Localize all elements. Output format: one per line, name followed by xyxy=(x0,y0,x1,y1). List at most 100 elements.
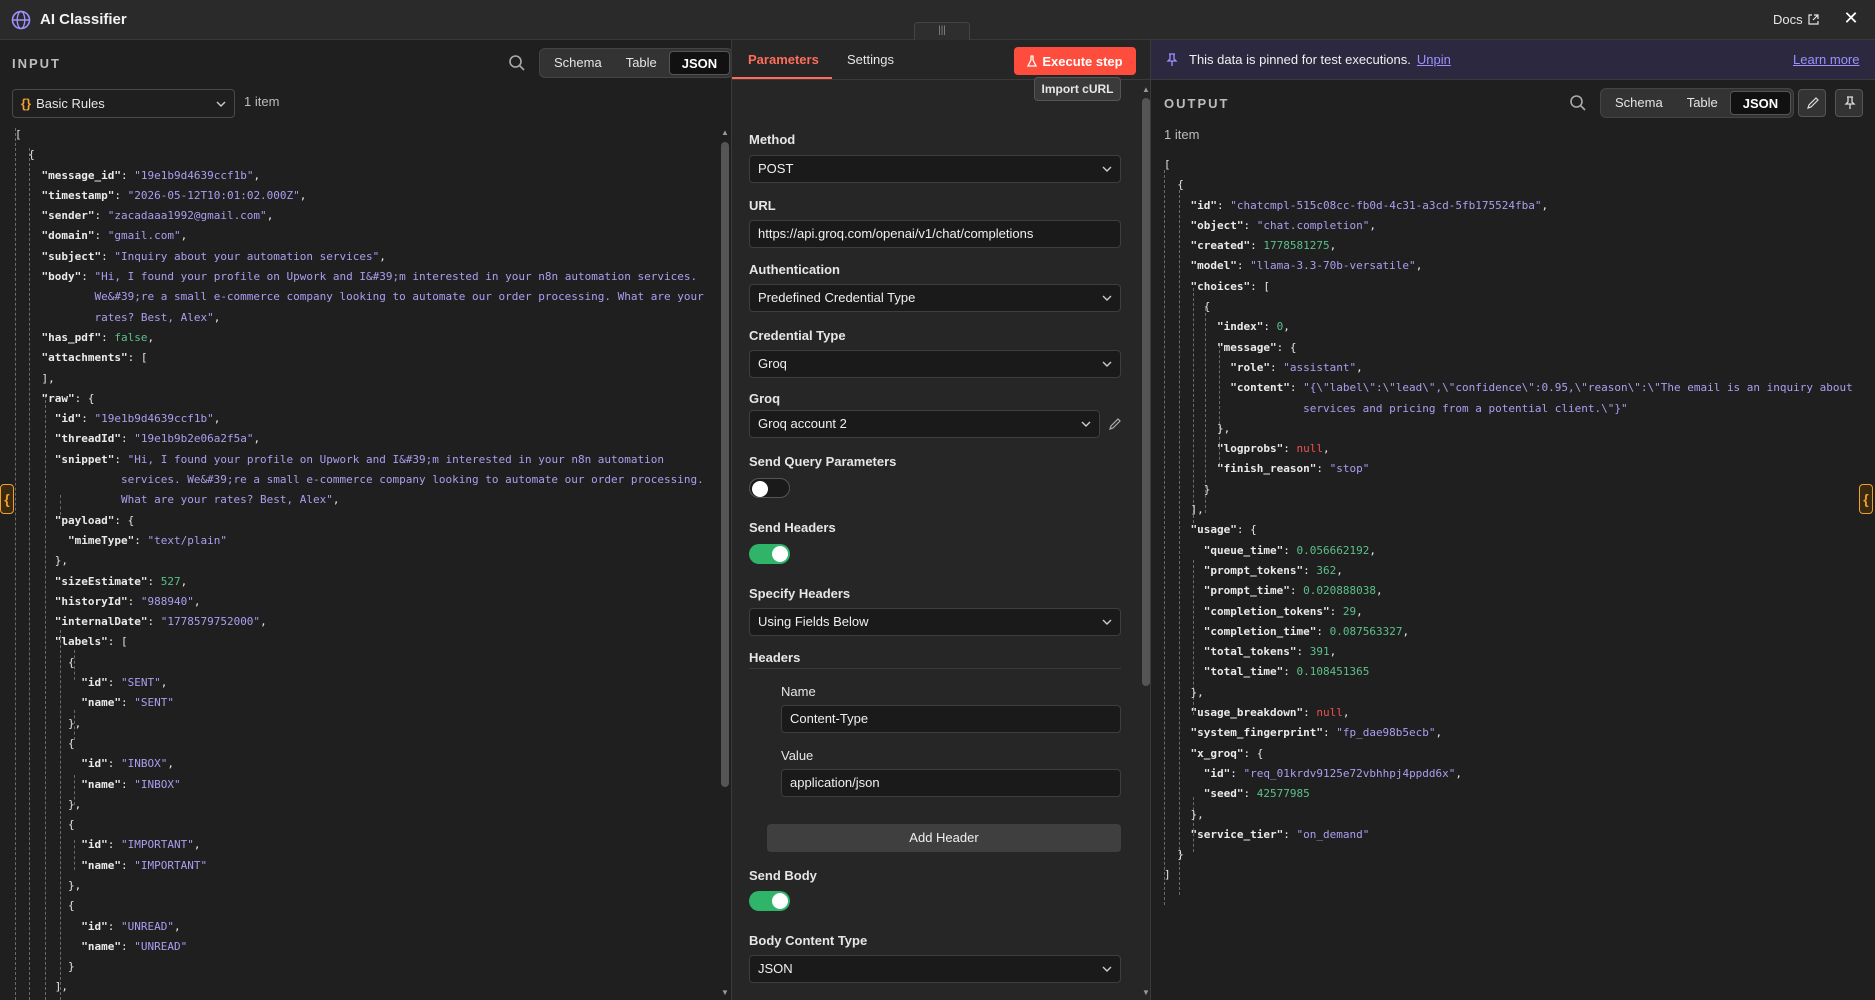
input-view-table[interactable]: Table xyxy=(614,51,669,75)
learn-more-link[interactable]: Learn more xyxy=(1793,52,1859,67)
pin-icon xyxy=(1166,53,1178,66)
json-value: 42577985 xyxy=(1256,787,1310,801)
json-line: }, xyxy=(15,716,82,730)
input-title: INPUT xyxy=(12,56,61,71)
input-item-count: 1 item xyxy=(244,94,280,109)
json-value: "on_demand" xyxy=(1296,827,1370,841)
params-scrollbar[interactable] xyxy=(1142,98,1150,686)
input-side-brace-icon[interactable]: { xyxy=(0,484,14,514)
method-value: POST xyxy=(758,161,794,176)
json-value: "chatcmpl-515c08cc-fb0d-4c31-a3cd-5fb175… xyxy=(1230,198,1542,212)
output-view-json[interactable]: JSON xyxy=(1729,91,1792,115)
method-label: Method xyxy=(749,132,796,147)
input-scrollbar[interactable] xyxy=(721,142,729,787)
json-value: 0.056662192 xyxy=(1296,543,1370,557)
send-query-toggle[interactable] xyxy=(749,478,790,498)
output-panel: This data is pinned for test executions.… xyxy=(1151,40,1875,1000)
pin-output-button[interactable] xyxy=(1835,89,1863,117)
json-line: }, xyxy=(15,797,82,811)
docs-link[interactable]: Docs xyxy=(1773,12,1819,27)
json-value: "chat.completion" xyxy=(1256,218,1370,232)
json-key: "id" xyxy=(81,676,108,690)
json-line: "completion_time": 0.087563327, xyxy=(1203,624,1410,638)
app-title: AI Classifier xyxy=(40,11,127,28)
header-value-input[interactable]: application/json xyxy=(781,769,1121,797)
json-line: ] xyxy=(1164,868,1171,882)
header-name-input[interactable]: Content-Type xyxy=(781,705,1121,733)
scroll-up-arrow[interactable]: ▲ xyxy=(1142,85,1150,94)
output-side-brace-icon[interactable]: { xyxy=(1859,484,1873,514)
json-line: "historyId": "988940", xyxy=(54,594,201,608)
authentication-label: Authentication xyxy=(749,262,840,277)
pinned-message: This data is pinned for test executions.… xyxy=(1189,52,1451,67)
send-body-toggle[interactable] xyxy=(749,891,790,911)
json-line: "message_id": "19e1b9d4639ccf1b", xyxy=(41,168,261,182)
output-view-switch: Schema Table JSON xyxy=(1600,88,1795,118)
groq-account-select[interactable]: Groq account 2 xyxy=(749,410,1100,438)
execute-step-label: Execute step xyxy=(1042,53,1123,69)
json-key: "threadId" xyxy=(54,432,121,446)
json-line: [ xyxy=(15,128,22,141)
output-view-schema[interactable]: Schema xyxy=(1603,91,1675,115)
scroll-down-arrow[interactable]: ▼ xyxy=(1142,988,1150,997)
tab-parameters[interactable]: Parameters xyxy=(748,52,819,67)
json-line: "content": "{\"label\":\"lead\",\"confid… xyxy=(1230,381,1853,395)
json-key: "system_fingerprint" xyxy=(1190,726,1323,740)
output-view-table[interactable]: Table xyxy=(1675,91,1730,115)
body-content-type-select[interactable]: JSON xyxy=(749,955,1121,983)
json-line: "id": "INBOX", xyxy=(81,757,174,771)
tab-settings[interactable]: Settings xyxy=(847,52,894,67)
import-curl-button[interactable]: Import cURL xyxy=(1034,77,1121,101)
json-key: "id" xyxy=(81,838,108,852)
chevron-down-icon xyxy=(1102,361,1112,367)
specify-headers-select[interactable]: Using Fields Below xyxy=(749,608,1121,636)
json-line: "created": 1778581275, xyxy=(1190,239,1337,253)
json-key: "name" xyxy=(81,696,121,710)
json-key: "queue_time" xyxy=(1203,543,1284,557)
add-header-button[interactable]: Add Header xyxy=(767,824,1121,852)
json-key: "role" xyxy=(1230,360,1270,374)
json-line: "completion_tokens": 29, xyxy=(1203,604,1363,618)
json-value: "19e1b9d4639ccf1b" xyxy=(134,168,254,182)
json-line: ], xyxy=(15,980,68,994)
json-key: "snippet" xyxy=(54,452,115,466)
authentication-select[interactable]: Predefined Credential Type xyxy=(749,284,1121,312)
edit-output-button[interactable] xyxy=(1798,89,1826,117)
header-name-label: Name xyxy=(781,684,816,699)
search-icon[interactable] xyxy=(508,54,526,72)
json-line: "id": "19e1b9d4639ccf1b", xyxy=(54,412,221,426)
json-value: "UNREAD" xyxy=(120,919,174,933)
method-select[interactable]: POST xyxy=(749,155,1121,183)
json-value: rates? Best, Alex" xyxy=(94,310,214,324)
json-key: "mimeType" xyxy=(67,533,135,547)
chevron-down-icon xyxy=(1081,421,1091,427)
drag-handle[interactable]: ||| xyxy=(914,22,970,40)
scroll-down-arrow[interactable]: ▼ xyxy=(721,988,729,997)
json-line: "seed": 42577985 xyxy=(1203,787,1310,801)
json-line: We&#39;re a small e-commerce company loo… xyxy=(15,287,703,307)
json-value: 1778581275 xyxy=(1263,239,1330,253)
search-icon[interactable] xyxy=(1569,94,1587,112)
url-input[interactable]: https://api.groq.com/openai/v1/chat/comp… xyxy=(749,220,1121,248)
send-query-label: Send Query Parameters xyxy=(749,454,897,469)
close-button[interactable]: ✕ xyxy=(1841,8,1861,29)
json-value: "SENT" xyxy=(120,676,161,690)
input-view-schema[interactable]: Schema xyxy=(542,51,614,75)
send-headers-toggle[interactable] xyxy=(749,544,790,564)
json-key: "raw" xyxy=(41,391,75,405)
credential-type-value: Groq xyxy=(758,356,787,371)
execute-step-button[interactable]: Execute step xyxy=(1014,47,1136,75)
edit-credential-icon[interactable] xyxy=(1108,417,1122,431)
json-value: "INBOX" xyxy=(134,777,181,791)
credential-type-select[interactable]: Groq xyxy=(749,350,1121,378)
json-line: "total_tokens": 391, xyxy=(1203,645,1337,659)
rules-select-value: Basic Rules xyxy=(36,96,105,111)
input-view-json[interactable]: JSON xyxy=(668,51,731,75)
json-key: "object" xyxy=(1190,218,1244,232)
json-line: } xyxy=(1164,848,1184,862)
json-value: "INBOX" xyxy=(120,757,168,771)
json-line: "finish_reason": "stop" xyxy=(1216,462,1370,476)
rules-select[interactable]: {} Basic Rules xyxy=(12,89,235,118)
scroll-up-arrow[interactable]: ▲ xyxy=(721,128,729,137)
unpin-link[interactable]: Unpin xyxy=(1417,52,1451,67)
